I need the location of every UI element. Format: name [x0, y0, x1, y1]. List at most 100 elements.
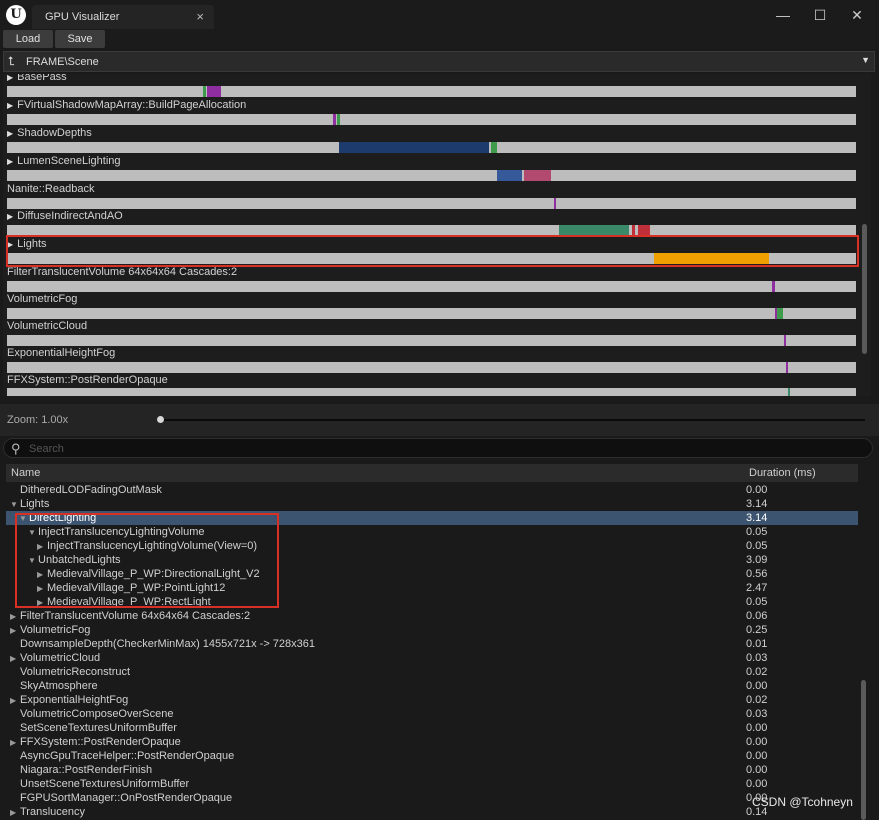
chevron-down-icon[interactable]: ▼	[861, 55, 870, 65]
parent-arrow-icon[interactable]: ⮤	[8, 54, 15, 69]
timeline-label[interactable]: VolumetricFog	[7, 293, 77, 305]
zoom-label: Zoom: 1.00x	[7, 414, 69, 426]
timeline-label[interactable]: VolumetricCloud	[7, 320, 87, 332]
expand-toggle-icon[interactable]: ▶	[10, 738, 20, 747]
table-row[interactable]: ▼ Lights 3.14	[6, 497, 858, 511]
row-name: SetSceneTexturesUniformBuffer	[10, 722, 177, 734]
search-input[interactable]	[29, 441, 829, 456]
table-row[interactable]: DownsampleDepth(CheckerMinMax) 1455x721x…	[6, 637, 858, 651]
table-row[interactable]: VolumetricComposeOverScene 0.03	[6, 707, 858, 721]
table-row[interactable]: ▶ ExponentialHeightFog 0.02	[6, 693, 858, 707]
bar-segment	[497, 170, 522, 181]
column-header-duration[interactable]: Duration (ms)	[749, 467, 816, 479]
timeline-label[interactable]: ExponentialHeightFog	[7, 347, 115, 359]
expand-toggle-icon[interactable]: ▶	[10, 654, 20, 663]
timeline-bar[interactable]	[7, 142, 856, 153]
window-close-icon[interactable]: ✕	[847, 7, 867, 24]
unreal-logo-icon: U	[6, 5, 26, 25]
expand-toggle-icon[interactable]: ▼	[10, 500, 20, 509]
stats-tree-table: Name Duration (ms) DitheredLODFadingOutM…	[3, 462, 873, 820]
timeline-label[interactable]: FFXSystem::PostRenderOpaque	[7, 374, 168, 386]
table-row[interactable]: VolumetricReconstruct 0.02	[6, 665, 858, 679]
table-row[interactable]: SkyAtmosphere 0.00	[6, 679, 858, 693]
tab-close-icon[interactable]: ×	[196, 9, 204, 24]
row-name: ▶ Translucency	[10, 806, 85, 818]
bar-segment	[339, 142, 489, 153]
row-label: DownsampleDepth(CheckerMinMax) 1455x721x…	[20, 638, 316, 650]
row-name: VolumetricComposeOverScene	[10, 708, 173, 720]
expand-arrow-icon[interactable]: ▶	[7, 212, 13, 221]
row-duration: 0.02	[746, 666, 768, 678]
timeline-bar[interactable]	[7, 308, 856, 319]
row-label: ExponentialHeightFog	[20, 694, 129, 706]
expand-arrow-icon[interactable]: ▶	[7, 129, 13, 138]
timeline-panel[interactable]: ▶ BasePass ▶ FVirtualShadowMapArray::Build…	[3, 74, 871, 396]
table-row[interactable]: ▶ FFXSystem::PostRenderOpaque 0.00	[6, 735, 858, 749]
timeline-label[interactable]: Nanite::Readback	[7, 183, 94, 195]
timeline-bar[interactable]	[7, 335, 856, 346]
breadcrumb[interactable]: ⮤ FRAME\Scene ▼	[3, 51, 875, 72]
row-duration: 0.05	[746, 540, 768, 552]
row-duration: 0.56	[746, 568, 768, 580]
bar-segment	[784, 335, 786, 346]
table-row[interactable]: DitheredLODFadingOutMask 0.00	[6, 483, 858, 497]
expand-toggle-icon[interactable]: ▶	[10, 808, 20, 817]
timeline-bar[interactable]	[7, 114, 856, 125]
timeline-bar[interactable]	[7, 388, 856, 396]
table-row[interactable]: ▶ FilterTranslucentVolume 64x64x64 Cascad…	[6, 609, 858, 623]
column-header-name[interactable]: Name	[11, 467, 40, 479]
table-row[interactable]: UnsetSceneTexturesUniformBuffer 0.00	[6, 777, 858, 791]
save-button[interactable]: Save	[55, 30, 105, 48]
table-row[interactable]: Niagara::PostRenderFinish 0.00	[6, 763, 858, 777]
row-label: VolumetricFog	[20, 624, 91, 636]
row-name: VolumetricReconstruct	[10, 666, 130, 678]
row-duration: 0.01	[746, 638, 768, 650]
timeline-label[interactable]: ▶ ShadowDepths	[7, 127, 92, 139]
timeline-bar[interactable]	[7, 362, 856, 373]
zoom-slider-track[interactable]	[160, 419, 865, 421]
row-name: ▶ VolumetricCloud	[10, 652, 100, 664]
expand-toggle-icon[interactable]: ▶	[10, 626, 20, 635]
bar-segment	[203, 86, 206, 97]
table-row[interactable]: ▶ VolumetricFog 0.25	[6, 623, 858, 637]
bar-segment	[207, 86, 221, 97]
table-row[interactable]: SetSceneTexturesUniformBuffer 0.00	[6, 721, 858, 735]
row-label: Translucency	[20, 806, 86, 818]
expand-arrow-icon[interactable]: ▶	[7, 101, 13, 110]
timeline-label[interactable]: ▶ FVirtualShadowMapArray::BuildPageAlloca…	[7, 99, 246, 111]
table-row[interactable]: AsyncGpuTraceHelper::PostRenderOpaque 0.0…	[6, 749, 858, 763]
vertical-scrollbar[interactable]	[861, 680, 866, 820]
maximize-icon[interactable]: ☐	[810, 7, 830, 24]
expand-arrow-icon[interactable]: ▶	[7, 74, 13, 82]
row-label: FGPUSortManager::OnPostRenderOpaque	[20, 792, 233, 804]
tab-gpu-visualizer[interactable]: GPU Visualizer ×	[32, 5, 214, 29]
zoom-slider-handle[interactable]	[157, 416, 164, 423]
row-name: FGPUSortManager::OnPostRenderOpaque	[10, 792, 232, 804]
row-label: FilterTranslucentVolume 64x64x64 Cascade…	[20, 610, 251, 622]
timeline-bar[interactable]	[7, 281, 856, 292]
row-name: UnsetSceneTexturesUniformBuffer	[10, 778, 189, 790]
row-label: FFXSystem::PostRenderOpaque	[20, 736, 181, 748]
table-row[interactable]: FGPUSortManager::OnPostRenderOpaque 0.00	[6, 791, 858, 805]
timeline-label[interactable]: FilterTranslucentVolume 64x64x64 Cascade…	[7, 266, 237, 278]
timeline-label[interactable]: ▶ DiffuseIndirectAndAO	[7, 210, 123, 222]
minimize-icon[interactable]: —	[773, 7, 793, 23]
expand-toggle-icon[interactable]: ▶	[10, 696, 20, 705]
load-button[interactable]: Load	[3, 30, 53, 48]
row-duration: 3.14	[746, 512, 768, 524]
search-box[interactable]: ⚲	[3, 438, 873, 458]
timeline-label[interactable]: ▶ LumenSceneLighting	[7, 155, 121, 167]
timeline-label[interactable]: ▶ BasePass	[7, 74, 67, 83]
table-row[interactable]: ▶ VolumetricCloud 0.03	[6, 651, 858, 665]
row-label: Lights	[20, 498, 50, 510]
expand-toggle-icon[interactable]: ▶	[10, 612, 20, 621]
row-name: DitheredLODFadingOutMask	[10, 484, 162, 496]
expand-arrow-icon[interactable]: ▶	[7, 157, 13, 166]
table-row[interactable]: ▶ Translucency 0.14	[6, 805, 858, 819]
timeline-bar[interactable]	[7, 170, 856, 181]
bar-segment	[777, 308, 783, 319]
vertical-scrollbar[interactable]	[862, 224, 867, 354]
row-duration: 0.00	[746, 778, 768, 790]
timeline-bar[interactable]	[7, 198, 856, 209]
timeline-bar[interactable]	[7, 86, 856, 97]
